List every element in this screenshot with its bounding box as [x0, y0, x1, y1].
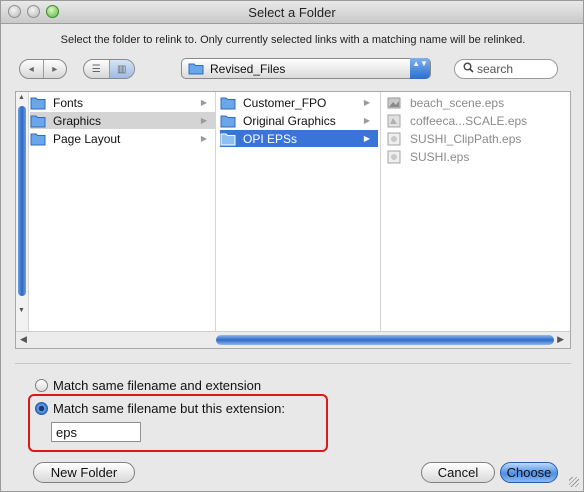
divider — [15, 363, 571, 364]
column-view-button[interactable]: ▥ — [108, 60, 134, 78]
expand-arrow-icon: ▶ — [200, 134, 207, 143]
folder-item-label: Fonts — [53, 95, 84, 110]
horizontal-scrollbar[interactable]: ◀ ▶ — [16, 331, 570, 348]
match-filename-this-extension-option[interactable]: Match same filename but this extension: — [35, 401, 285, 416]
file-item-beach-scene[interactable]: beach_scene.eps — [387, 94, 555, 111]
folder-item-fonts[interactable]: Fonts ▶ — [30, 94, 215, 111]
expand-arrow-icon: ▶ — [363, 98, 370, 107]
folder-item-opi-epss[interactable]: OPI EPSs ▶ — [220, 130, 378, 147]
folder-item-page-layout[interactable]: Page Layout ▶ — [30, 130, 215, 147]
radio-label: Match same filename and extension — [53, 378, 262, 393]
radio-label: Match same filename but this extension: — [53, 401, 285, 416]
browser-column-2: Customer_FPO ▶ Original Graphics ▶ OPI E… — [216, 92, 381, 332]
folder-item-label: Customer_FPO — [243, 95, 327, 110]
search-box — [454, 59, 558, 79]
folder-icon — [220, 114, 236, 128]
folder-icon — [220, 132, 236, 146]
resize-grip-icon[interactable] — [569, 477, 579, 487]
search-input[interactable] — [477, 61, 551, 77]
forward-button[interactable]: ▸ — [42, 60, 67, 78]
folder-item-label: Page Layout — [53, 131, 121, 146]
column-browser: ▲ ▼ Fonts ▶ Graphics ▶ Page Layout ▶ Cus… — [15, 91, 571, 349]
scroll-left-icon[interactable]: ◀ — [20, 334, 27, 345]
expand-arrow-icon: ▶ — [363, 116, 370, 125]
image-file-icon — [387, 96, 403, 110]
folder-item-graphics[interactable]: Graphics ▶ — [30, 112, 215, 129]
image-file-icon — [387, 114, 403, 128]
radio-button-selected[interactable] — [35, 402, 48, 415]
title-bar[interactable]: Select a Folder — [1, 1, 583, 24]
window-title: Select a Folder — [248, 5, 336, 20]
folder-item-customer-fpo[interactable]: Customer_FPO ▶ — [220, 94, 378, 111]
folder-icon — [30, 132, 46, 146]
view-mode-control: ☰ ▥ — [83, 59, 135, 79]
instruction-text: Select the folder to relink to. Only cur… — [60, 34, 526, 46]
folder-icon — [30, 96, 46, 110]
back-forward-control: ◂ ▸ — [19, 59, 67, 79]
folder-icon — [30, 114, 46, 128]
file-item-label: coffeeca...SCALE.eps — [410, 113, 528, 128]
extension-field[interactable] — [51, 422, 141, 442]
back-button[interactable]: ◂ — [20, 60, 43, 78]
file-item-sushi-clippath[interactable]: SUSHI_ClipPath.eps — [387, 130, 555, 147]
file-item-sushi[interactable]: SUSHI.eps — [387, 148, 555, 165]
location-label: Revised_Files — [210, 62, 286, 76]
file-item-label: beach_scene.eps — [410, 95, 505, 110]
folder-item-label: Graphics — [53, 113, 102, 128]
browser-column-3: beach_scene.eps coffeeca...SCALE.eps SUS… — [381, 92, 559, 332]
match-filename-extension-option[interactable]: Match same filename and extension — [35, 378, 261, 393]
scroll-right-icon[interactable]: ▶ — [557, 334, 564, 345]
eps-file-icon — [387, 132, 403, 146]
list-view-button[interactable]: ☰ — [84, 60, 109, 78]
expand-arrow-icon: ▶ — [363, 134, 370, 143]
folder-item-label: Original Graphics — [243, 113, 336, 128]
new-folder-button[interactable]: New Folder — [33, 462, 135, 483]
folder-icon — [220, 96, 236, 110]
browser-column-1: Fonts ▶ Graphics ▶ Page Layout ▶ — [16, 92, 216, 332]
folder-item-label: OPI EPSs — [243, 131, 298, 146]
cancel-button[interactable]: Cancel — [421, 462, 495, 483]
search-icon — [463, 62, 474, 76]
file-item-coffeeca-scale[interactable]: coffeeca...SCALE.eps — [387, 112, 555, 129]
popup-arrows-icon: ▲▼ — [410, 58, 430, 79]
choose-button[interactable]: Choose — [500, 462, 558, 483]
folder-item-original-graphics[interactable]: Original Graphics ▶ — [220, 112, 378, 129]
file-item-label: SUSHI_ClipPath.eps — [410, 131, 522, 146]
expand-arrow-icon: ▶ — [200, 98, 207, 107]
folder-icon — [188, 63, 204, 75]
horizontal-scroll-thumb[interactable] — [216, 335, 554, 345]
file-item-label: SUSHI.eps — [410, 149, 470, 164]
expand-arrow-icon: ▶ — [200, 116, 207, 125]
radio-button[interactable] — [35, 379, 48, 392]
location-popup[interactable]: Revised_Files ▲▼ — [181, 58, 431, 79]
eps-file-icon — [387, 150, 403, 164]
select-folder-dialog: Select a Folder Select the folder to rel… — [0, 0, 584, 492]
